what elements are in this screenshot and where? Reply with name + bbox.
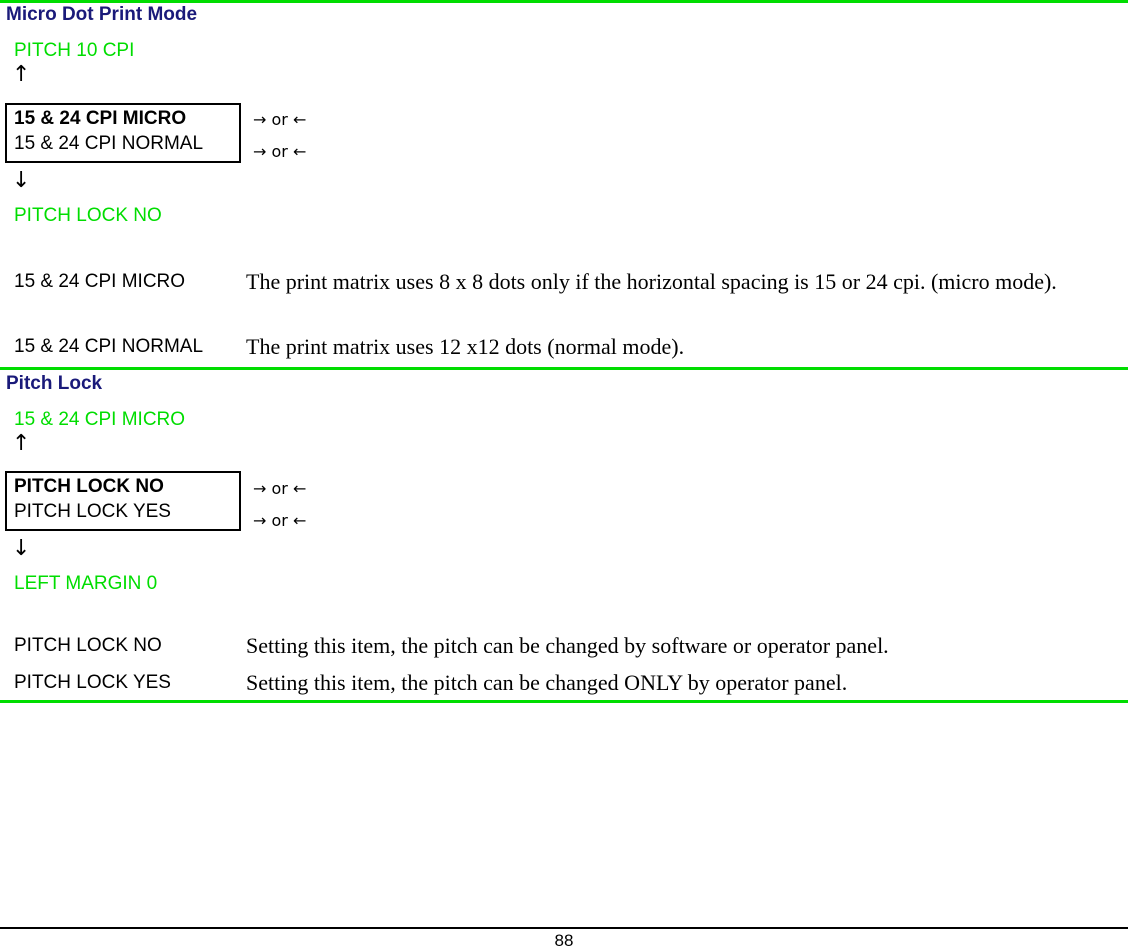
menu-label-above-micro-dot: PITCH 10 CPI bbox=[14, 40, 135, 61]
option-box-micro-dot[interactable]: 15 & 24 CPI MICRO 15 & 24 CPI NORMAL bbox=[5, 103, 241, 163]
description-text-pitch-lock-no: Setting this item, the pitch can be chan… bbox=[246, 633, 889, 658]
option-row-pitch-lock-no[interactable]: PITCH LOCK NO bbox=[7, 476, 239, 498]
description-text-15-24-cpi-micro: The print matrix uses 8 x 8 dots only if… bbox=[246, 269, 1057, 294]
description-term-pitch-lock-no: PITCH LOCK NO bbox=[14, 635, 162, 656]
section-divider-rule-2 bbox=[0, 700, 1128, 703]
left-right-arrow-hint-pitch-1: → or ← bbox=[253, 479, 307, 498]
footer-rule bbox=[0, 927, 1128, 929]
left-right-arrow-hint-pitch-2: → or ← bbox=[253, 511, 307, 530]
description-term-15-24-cpi-normal: 15 & 24 CPI NORMAL bbox=[14, 336, 204, 357]
menu-label-below-pitch-lock: LEFT MARGIN 0 bbox=[14, 573, 158, 594]
page-number: 88 bbox=[554, 931, 574, 950]
option-row-pitch-lock-yes[interactable]: PITCH LOCK YES bbox=[7, 501, 239, 523]
description-term-15-24-cpi-micro: 15 & 24 CPI MICRO bbox=[14, 271, 186, 292]
menu-label-above-pitch-lock: 15 & 24 CPI MICRO bbox=[14, 409, 186, 430]
menu-label-below-micro-dot: PITCH LOCK NO bbox=[14, 205, 162, 226]
description-text-pitch-lock-yes: Setting this item, the pitch can be chan… bbox=[246, 670, 848, 695]
arrow-down-icon-micro-dot: ↓ bbox=[12, 168, 31, 193]
option-row-15-24-cpi-micro[interactable]: 15 & 24 CPI MICRO bbox=[7, 108, 239, 130]
arrow-up-icon-micro-dot: ↑ bbox=[12, 62, 31, 87]
description-term-pitch-lock-yes: PITCH LOCK YES bbox=[14, 672, 171, 693]
section-divider-rule-1 bbox=[0, 367, 1128, 370]
description-text-15-24-cpi-normal: The print matrix uses 12 x12 dots (norma… bbox=[246, 334, 685, 359]
left-right-arrow-hint-micro-1: → or ← bbox=[253, 110, 307, 129]
option-box-pitch-lock[interactable]: PITCH LOCK NO PITCH LOCK YES bbox=[5, 471, 241, 531]
left-right-arrow-hint-micro-2: → or ← bbox=[253, 142, 307, 161]
arrow-up-icon-pitch-lock: ↑ bbox=[12, 431, 31, 456]
option-row-15-24-cpi-normal[interactable]: 15 & 24 CPI NORMAL bbox=[7, 133, 239, 155]
section-heading-micro-dot-print-mode: Micro Dot Print Mode bbox=[6, 4, 198, 25]
top-divider-rule bbox=[0, 0, 1128, 3]
section-heading-pitch-lock: Pitch Lock bbox=[6, 373, 103, 394]
arrow-down-icon-pitch-lock: ↓ bbox=[12, 536, 31, 561]
